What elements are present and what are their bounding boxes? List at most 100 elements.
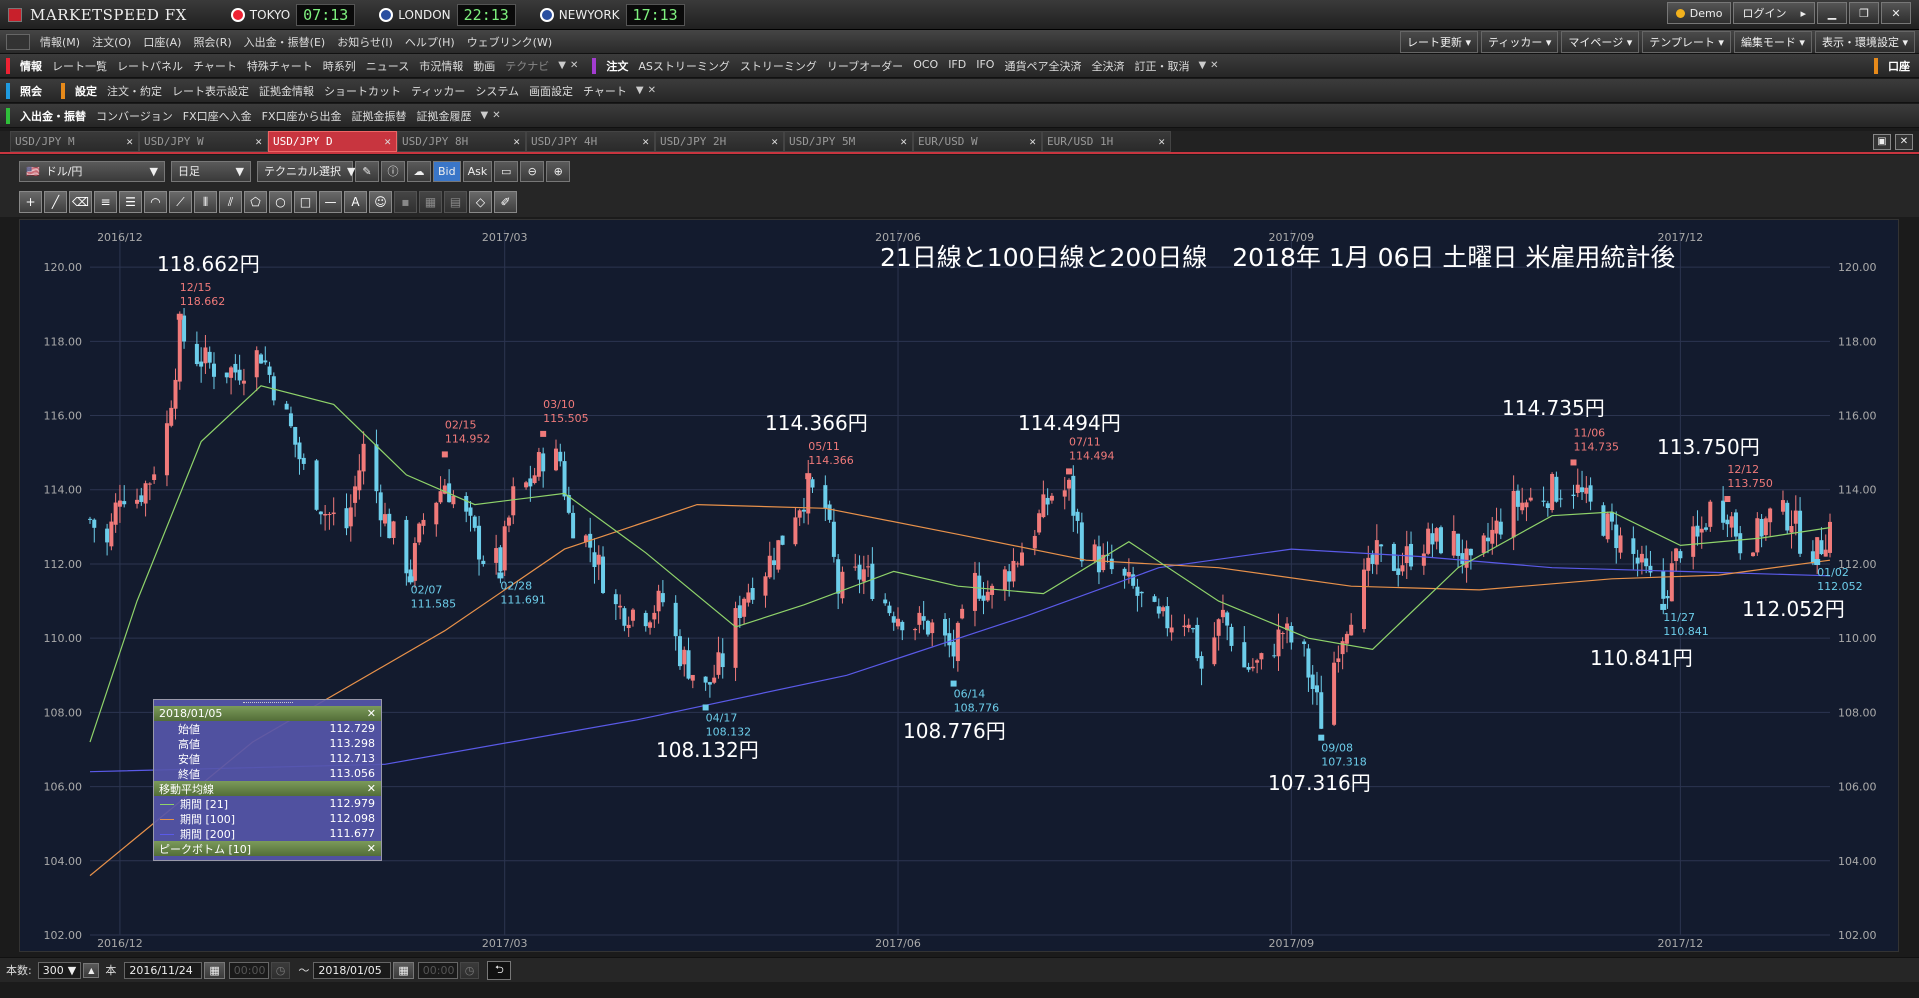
menu-right-button-1[interactable]: ティッカー ▾	[1481, 30, 1559, 53]
tab-eur-usd-w[interactable]: EUR/USD W ✕	[913, 131, 1042, 152]
menu-right-button-4[interactable]: 編集モード ▾	[1733, 30, 1812, 53]
info-link-6[interactable]: 市況情報	[414, 58, 468, 74]
close-icon[interactable]: ✕	[513, 135, 520, 148]
info-link-4[interactable]: 時系列	[318, 58, 361, 74]
close-icon[interactable]: ✕	[1029, 135, 1036, 148]
order-link-4[interactable]: IFD	[943, 58, 971, 74]
order-link-2[interactable]: リーブオーダー	[822, 58, 908, 74]
restore-button[interactable]: ❐	[1849, 2, 1879, 24]
from-time-input[interactable]: 00:00	[228, 961, 269, 979]
arc-icon[interactable]: ◠	[144, 191, 167, 213]
menu-item-5[interactable]: お知らせ(I)	[331, 34, 399, 50]
deposit-link-2[interactable]: FX口座から出金	[257, 108, 347, 124]
info-link-3[interactable]: 特殊チャート	[242, 58, 318, 74]
text-icon[interactable]: A	[344, 191, 367, 213]
line-icon[interactable]: —	[319, 191, 342, 213]
menu-item-3[interactable]: 照会(R)	[187, 34, 237, 50]
menu-list-icon[interactable]	[6, 33, 30, 50]
pen-tool-button[interactable]: ✎	[355, 160, 379, 182]
circle-icon[interactable]: ○	[269, 191, 292, 213]
menu-item-7[interactable]: ウェブリンク(W)	[461, 34, 558, 50]
technavi-link[interactable]: テクナビ	[500, 58, 554, 74]
order-link-5[interactable]: IFO	[971, 58, 999, 74]
bar-count-input[interactable]: 300 ▼	[37, 961, 82, 979]
close-icon[interactable]: ✕	[367, 782, 376, 795]
info-link-7[interactable]: 動画	[468, 58, 500, 74]
account-button[interactable]: 口座	[1883, 58, 1915, 74]
crosshair-icon[interactable]: +	[19, 191, 42, 213]
close-icon[interactable]: ✕	[255, 135, 262, 148]
settings-link-4[interactable]: ティッカー	[406, 83, 470, 99]
settings-link-6[interactable]: 画面設定	[524, 83, 578, 99]
menu-right-button-5[interactable]: 表示・環境設定 ▾	[1814, 30, 1915, 53]
tab-usd-jpy-w[interactable]: USD/JPY W ✕	[139, 131, 268, 152]
clear-icon[interactable]: ◇	[469, 191, 492, 213]
order-link-0[interactable]: ASストリーミング	[633, 58, 735, 74]
edit-icon[interactable]: ✐	[494, 191, 517, 213]
close-icon[interactable]: ✕	[1210, 60, 1218, 71]
close-chart-icon[interactable]: ✕	[1895, 133, 1913, 150]
zoom-in-icon[interactable]: ⊕	[546, 160, 571, 182]
clock-icon[interactable]: ◷	[459, 961, 480, 979]
currency-pair-select[interactable]: 🇺🇸 ドル/円 ▼	[19, 160, 165, 182]
dropdown-icon[interactable]: ▼	[636, 85, 644, 96]
inquiry-group-label[interactable]: 照会	[15, 83, 47, 99]
order-link-8[interactable]: 訂正・取消	[1129, 58, 1194, 74]
stamp-icon[interactable]: ☺	[369, 191, 392, 213]
display-button[interactable]: ▭	[494, 160, 519, 182]
trendline-icon[interactable]: ╱	[44, 191, 67, 213]
clock-icon[interactable]: ◷	[270, 961, 291, 979]
fibonacci-icon[interactable]: ☰	[119, 191, 142, 213]
dropdown-icon[interactable]: ▼	[481, 110, 489, 121]
chart-type-button[interactable]: ☁	[407, 160, 431, 182]
close-icon[interactable]: ✕	[126, 135, 133, 148]
maximize-chart-icon[interactable]: ▣	[1873, 133, 1891, 150]
info-button[interactable]: ⓘ	[381, 160, 405, 182]
copy-icon[interactable]: ▦	[419, 191, 442, 213]
zoom-out-icon[interactable]: ⊖	[520, 160, 545, 182]
calendar-icon[interactable]: ▦	[204, 961, 225, 979]
login-button[interactable]: ログイン ▸	[1733, 2, 1815, 24]
close-icon[interactable]: ✕	[1158, 135, 1165, 148]
tab-eur-usd-1h[interactable]: EUR/USD 1H ✕	[1042, 131, 1171, 152]
parallel-lines-icon[interactable]: ⫽	[219, 191, 242, 213]
tab-usd-jpy-8h[interactable]: USD/JPY 8H ✕	[397, 131, 526, 152]
horizontal-lines-icon[interactable]: ≡	[94, 191, 117, 213]
to-time-input[interactable]: 00:00	[417, 961, 458, 979]
order-link-7[interactable]: 全決済	[1086, 58, 1129, 74]
eraser-icon[interactable]: ⌫	[69, 191, 92, 213]
pentagon-icon[interactable]: ⬠	[244, 191, 267, 213]
menu-right-button-0[interactable]: レート更新 ▾	[1400, 30, 1479, 53]
close-icon[interactable]: ✕	[492, 110, 500, 121]
deposit-link-3[interactable]: 証拠金振替	[347, 108, 412, 124]
tab-usd-jpy-2h[interactable]: USD/JPY 2H ✕	[655, 131, 784, 152]
refresh-icon[interactable]: ⮌	[487, 960, 512, 980]
close-icon[interactable]: ✕	[642, 135, 649, 148]
tab-usd-jpy-m[interactable]: USD/JPY M ✕	[10, 131, 139, 152]
menu-item-1[interactable]: 注文(O)	[86, 34, 137, 50]
close-icon[interactable]: ✕	[367, 707, 376, 720]
menu-item-2[interactable]: 口座(A)	[137, 34, 187, 50]
order-link-6[interactable]: 通貨ペア全決済	[999, 58, 1086, 74]
settings-link-2[interactable]: 証拠金情報	[254, 83, 319, 99]
tab-usd-jpy-5m[interactable]: USD/JPY 5M ✕	[784, 131, 913, 152]
tab-usd-jpy-4h[interactable]: USD/JPY 4H ✕	[526, 131, 655, 152]
from-date-input[interactable]: 2016/11/24	[124, 961, 203, 979]
close-icon[interactable]: ✕	[570, 60, 578, 71]
info-link-2[interactable]: チャート	[188, 58, 242, 74]
tab-usd-jpy-d[interactable]: USD/JPY D ✕	[268, 131, 397, 152]
info-link-5[interactable]: ニュース	[361, 58, 414, 74]
color-icon[interactable]: ▪	[394, 191, 417, 213]
fan-icon[interactable]: ⟋	[169, 191, 192, 213]
data-window[interactable]: 2018/01/05 ✕ 始値 112.729 高値 113.298 安値 112.713 終…	[153, 699, 382, 861]
technical-select[interactable]: テクニカル選択 ▼	[257, 160, 355, 182]
period-select[interactable]: 日足 ▼	[171, 160, 251, 182]
vertical-lines-icon[interactable]: ⦀	[194, 191, 217, 213]
close-icon[interactable]: ✕	[384, 135, 391, 148]
deposit-link-1[interactable]: FX口座へ入金	[178, 108, 257, 124]
paste-icon[interactable]: ▤	[444, 191, 467, 213]
close-icon[interactable]: ✕	[771, 135, 778, 148]
order-link-1[interactable]: ストリーミング	[735, 58, 822, 74]
demo-button[interactable]: Demo	[1666, 2, 1732, 24]
deposit-link-4[interactable]: 証拠金履歴	[412, 108, 477, 124]
